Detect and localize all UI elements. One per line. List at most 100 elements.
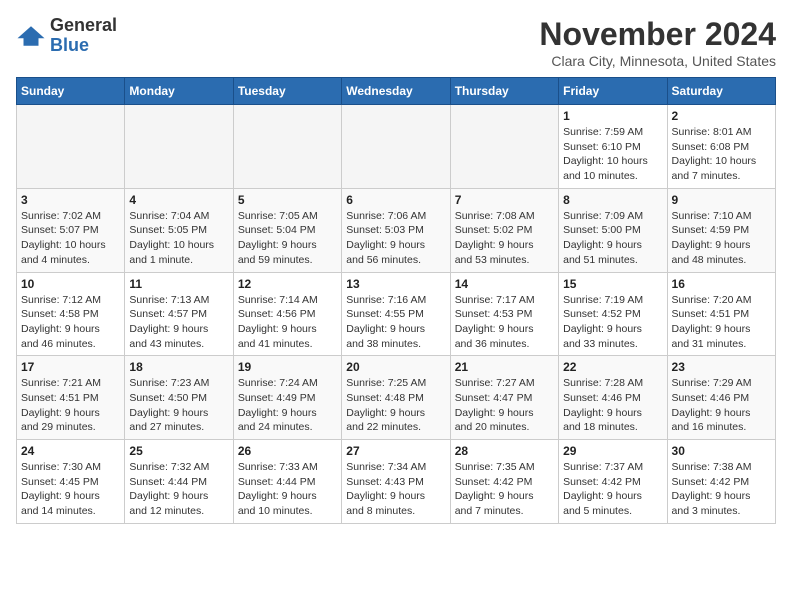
- day-info: Sunrise: 7:21 AMSunset: 4:51 PMDaylight:…: [21, 376, 120, 435]
- day-info: Sunrise: 7:02 AMSunset: 5:07 PMDaylight:…: [21, 209, 120, 268]
- day-number: 9: [672, 193, 771, 207]
- logo: General Blue: [16, 16, 117, 56]
- day-number: 28: [455, 444, 554, 458]
- calendar-cell: 9 Sunrise: 7:10 AMSunset: 4:59 PMDaylight…: [667, 188, 775, 272]
- day-number: 24: [21, 444, 120, 458]
- day-info: Sunrise: 7:38 AMSunset: 4:42 PMDaylight:…: [672, 460, 771, 519]
- day-info: Sunrise: 7:08 AMSunset: 5:02 PMDaylight:…: [455, 209, 554, 268]
- calendar-cell: 6 Sunrise: 7:06 AMSunset: 5:03 PMDaylight…: [342, 188, 450, 272]
- calendar-cell: 2Sunrise: 8:01 AMSunset: 6:08 PMDaylight…: [667, 105, 775, 189]
- calendar-body: 1 Sunrise: 7:59 AMSunset: 6:10 PMDaylight…: [17, 105, 776, 524]
- generalblue-icon: [16, 24, 46, 48]
- day-info: Sunrise: 7:06 AMSunset: 5:03 PMDaylight:…: [346, 209, 445, 268]
- logo-general-text: General: [50, 15, 117, 35]
- day-info: Sunrise: 7:29 AMSunset: 4:46 PMDaylight:…: [672, 376, 771, 435]
- day-number: 17: [21, 360, 120, 374]
- day-info: Sunrise: 7:09 AMSunset: 5:00 PMDaylight:…: [563, 209, 662, 268]
- weekday-header-tuesday: Tuesday: [233, 78, 341, 105]
- location-text: Clara City, Minnesota, United States: [539, 53, 776, 69]
- day-number: 26: [238, 444, 337, 458]
- calendar-cell: 10 Sunrise: 7:12 AMSunset: 4:58 PMDayligh…: [17, 272, 125, 356]
- day-info: Sunrise: 7:13 AMSunset: 4:57 PMDaylight:…: [129, 293, 228, 352]
- calendar-cell: 20 Sunrise: 7:25 AMSunset: 4:48 PMDayligh…: [342, 356, 450, 440]
- calendar-cell: 22Sunrise: 7:28 AMSunset: 4:46 PMDayligh…: [559, 356, 667, 440]
- weekday-header-sunday: Sunday: [17, 78, 125, 105]
- day-number: 5: [238, 193, 337, 207]
- title-area: November 2024 Clara City, Minnesota, Uni…: [539, 16, 776, 69]
- day-number: 21: [455, 360, 554, 374]
- day-number: 4: [129, 193, 228, 207]
- day-number: 6: [346, 193, 445, 207]
- calendar-cell: 8 Sunrise: 7:09 AMSunset: 5:00 PMDaylight…: [559, 188, 667, 272]
- day-info: Sunrise: 7:10 AMSunset: 4:59 PMDaylight:…: [672, 209, 771, 268]
- calendar-cell: 29Sunrise: 7:37 AMSunset: 4:42 PMDayligh…: [559, 440, 667, 524]
- calendar-cell: 26Sunrise: 7:33 AMSunset: 4:44 PMDayligh…: [233, 440, 341, 524]
- day-info: Sunrise: 8:01 AMSunset: 6:08 PMDaylight:…: [672, 125, 771, 184]
- calendar-cell: [450, 105, 558, 189]
- day-info: Sunrise: 7:32 AMSunset: 4:44 PMDaylight:…: [129, 460, 228, 519]
- weekday-header-row: SundayMondayTuesdayWednesdayThursdayFrid…: [17, 78, 776, 105]
- day-number: 29: [563, 444, 662, 458]
- day-info: Sunrise: 7:30 AMSunset: 4:45 PMDaylight:…: [21, 460, 120, 519]
- calendar-cell: 1 Sunrise: 7:59 AMSunset: 6:10 PMDaylight…: [559, 105, 667, 189]
- day-number: 25: [129, 444, 228, 458]
- calendar-cell: [342, 105, 450, 189]
- calendar-week-2: 3 Sunrise: 7:02 AMSunset: 5:07 PMDaylight…: [17, 188, 776, 272]
- day-info: Sunrise: 7:34 AMSunset: 4:43 PMDaylight:…: [346, 460, 445, 519]
- calendar-week-5: 24 Sunrise: 7:30 AMSunset: 4:45 PMDayligh…: [17, 440, 776, 524]
- calendar-week-1: 1 Sunrise: 7:59 AMSunset: 6:10 PMDaylight…: [17, 105, 776, 189]
- calendar-cell: 19 Sunrise: 7:24 AMSunset: 4:49 PMDayligh…: [233, 356, 341, 440]
- calendar-cell: 14 Sunrise: 7:17 AMSunset: 4:53 PMDayligh…: [450, 272, 558, 356]
- calendar-cell: 21 Sunrise: 7:27 AMSunset: 4:47 PMDayligh…: [450, 356, 558, 440]
- day-number: 23: [672, 360, 771, 374]
- day-number: 10: [21, 277, 120, 291]
- calendar-cell: 16 Sunrise: 7:20 AMSunset: 4:51 PMDayligh…: [667, 272, 775, 356]
- day-number: 12: [238, 277, 337, 291]
- day-number: 14: [455, 277, 554, 291]
- day-info: Sunrise: 7:59 AMSunset: 6:10 PMDaylight:…: [563, 125, 662, 184]
- day-number: 3: [21, 193, 120, 207]
- day-info: Sunrise: 7:24 AMSunset: 4:49 PMDaylight:…: [238, 376, 337, 435]
- logo-blue-text: Blue: [50, 35, 89, 55]
- calendar-header: SundayMondayTuesdayWednesdayThursdayFrid…: [17, 78, 776, 105]
- calendar-cell: 11Sunrise: 7:13 AMSunset: 4:57 PMDayligh…: [125, 272, 233, 356]
- day-info: Sunrise: 7:35 AMSunset: 4:42 PMDaylight:…: [455, 460, 554, 519]
- calendar-cell: 17 Sunrise: 7:21 AMSunset: 4:51 PMDayligh…: [17, 356, 125, 440]
- day-number: 16: [672, 277, 771, 291]
- day-info: Sunrise: 7:17 AMSunset: 4:53 PMDaylight:…: [455, 293, 554, 352]
- calendar-cell: [125, 105, 233, 189]
- weekday-header-monday: Monday: [125, 78, 233, 105]
- calendar-cell: 25 Sunrise: 7:32 AMSunset: 4:44 PMDayligh…: [125, 440, 233, 524]
- calendar-cell: 3 Sunrise: 7:02 AMSunset: 5:07 PMDaylight…: [17, 188, 125, 272]
- calendar-cell: 15Sunrise: 7:19 AMSunset: 4:52 PMDayligh…: [559, 272, 667, 356]
- day-number: 1: [563, 109, 662, 123]
- day-info: Sunrise: 7:12 AMSunset: 4:58 PMDaylight:…: [21, 293, 120, 352]
- day-number: 20: [346, 360, 445, 374]
- day-number: 19: [238, 360, 337, 374]
- day-info: Sunrise: 7:25 AMSunset: 4:48 PMDaylight:…: [346, 376, 445, 435]
- calendar-cell: 13Sunrise: 7:16 AMSunset: 4:55 PMDayligh…: [342, 272, 450, 356]
- day-number: 8: [563, 193, 662, 207]
- day-number: 30: [672, 444, 771, 458]
- weekday-header-saturday: Saturday: [667, 78, 775, 105]
- day-info: Sunrise: 7:04 AMSunset: 5:05 PMDaylight:…: [129, 209, 228, 268]
- day-info: Sunrise: 7:19 AMSunset: 4:52 PMDaylight:…: [563, 293, 662, 352]
- calendar-cell: [233, 105, 341, 189]
- calendar-cell: 28 Sunrise: 7:35 AMSunset: 4:42 PMDayligh…: [450, 440, 558, 524]
- calendar-cell: 23 Sunrise: 7:29 AMSunset: 4:46 PMDayligh…: [667, 356, 775, 440]
- day-info: Sunrise: 7:28 AMSunset: 4:46 PMDaylight:…: [563, 376, 662, 435]
- calendar-cell: 12 Sunrise: 7:14 AMSunset: 4:56 PMDayligh…: [233, 272, 341, 356]
- calendar-cell: [17, 105, 125, 189]
- month-title: November 2024: [539, 16, 776, 53]
- calendar-cell: 24 Sunrise: 7:30 AMSunset: 4:45 PMDayligh…: [17, 440, 125, 524]
- calendar-table: SundayMondayTuesdayWednesdayThursdayFrid…: [16, 77, 776, 524]
- day-info: Sunrise: 7:14 AMSunset: 4:56 PMDaylight:…: [238, 293, 337, 352]
- page-header: General Blue November 2024 Clara City, M…: [16, 16, 776, 69]
- day-info: Sunrise: 7:27 AMSunset: 4:47 PMDaylight:…: [455, 376, 554, 435]
- weekday-header-wednesday: Wednesday: [342, 78, 450, 105]
- calendar-cell: 7 Sunrise: 7:08 AMSunset: 5:02 PMDaylight…: [450, 188, 558, 272]
- day-number: 7: [455, 193, 554, 207]
- day-info: Sunrise: 7:20 AMSunset: 4:51 PMDaylight:…: [672, 293, 771, 352]
- day-info: Sunrise: 7:05 AMSunset: 5:04 PMDaylight:…: [238, 209, 337, 268]
- weekday-header-friday: Friday: [559, 78, 667, 105]
